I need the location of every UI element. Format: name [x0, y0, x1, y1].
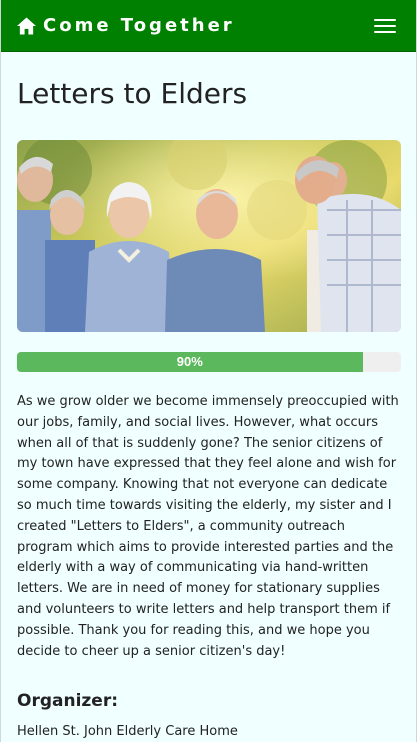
progress-fill: 90%	[17, 352, 363, 372]
campaign-photo	[17, 140, 401, 332]
organizer-heading: Organizer:	[17, 691, 119, 711]
page-frame: Come Together Letters to Elders 90% As w…	[0, 0, 417, 742]
campaign-description: As we grow older we become immensely pre…	[17, 394, 399, 659]
organizer-name: Hellen St. John Elderly Care Home	[17, 724, 238, 739]
hamburger-menu-button[interactable]	[370, 13, 400, 39]
page-title: Letters to Elders	[17, 77, 248, 110]
brand-name: Come Together	[43, 15, 235, 36]
elderly-group-photo	[17, 140, 401, 332]
brand-link[interactable]: Come Together	[17, 14, 235, 38]
hamburger-menu-icon	[374, 19, 396, 21]
home-icon	[17, 17, 36, 35]
progress-bar: 90%	[17, 352, 401, 372]
navbar: Come Together	[1, 0, 416, 52]
